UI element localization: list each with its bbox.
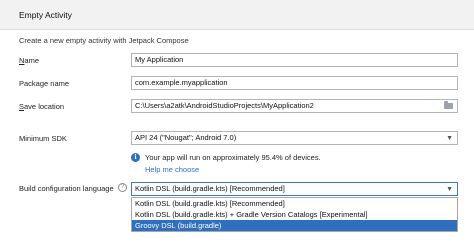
build-config-value: Kotlin DSL (build.gradle.kts) [Recommend…: [135, 184, 285, 193]
minimum-sdk-label: Minimum SDK: [19, 134, 67, 143]
dialog-header: Empty Activity: [0, 0, 474, 30]
build-config-dropdown: Kotlin DSL (build.gradle.kts) [Recommend…: [131, 197, 458, 232]
help-me-choose-link[interactable]: Help me choose: [145, 165, 199, 174]
info-icon: i: [131, 153, 140, 162]
name-label: Name: [19, 56, 39, 65]
save-location-field[interactable]: C:\Users\a2atk\AndroidStudioProjects\MyA…: [131, 99, 458, 113]
dropdown-option-kotlin-dsl-catalogs[interactable]: Kotlin DSL (build.gradle.kts) + Gradle V…: [132, 209, 457, 220]
name-input[interactable]: My Application: [131, 53, 458, 67]
build-config-label: Build configuration language: [19, 184, 114, 193]
build-config-select[interactable]: Kotlin DSL (build.gradle.kts) [Recommend…: [131, 182, 458, 196]
chevron-down-icon[interactable]: ▼: [446, 135, 453, 142]
package-name-input[interactable]: com.example.myapplication: [131, 76, 458, 90]
help-icon[interactable]: ?: [118, 183, 127, 192]
dropdown-option-groovy-dsl[interactable]: Groovy DSL (build.gradle): [132, 220, 457, 231]
page-title: Empty Activity: [19, 10, 72, 20]
dropdown-option-kotlin-dsl[interactable]: Kotlin DSL (build.gradle.kts) [Recommend…: [132, 198, 457, 209]
chevron-down-icon[interactable]: ▼: [446, 186, 453, 193]
save-location-label: Save location: [19, 102, 64, 111]
package-name-label: Package name: [19, 79, 70, 88]
compatibility-text: Your app will run on approximately 95.4%…: [145, 153, 321, 162]
minimum-sdk-select[interactable]: API 24 ("Nougat"; Android 7.0) ▼: [131, 131, 458, 145]
save-location-input[interactable]: C:\Users\a2atk\AndroidStudioProjects\MyA…: [135, 101, 314, 110]
name-label-text: ame: [24, 56, 40, 65]
page-subtitle: Create a new empty activity with Jetpack…: [19, 36, 189, 45]
minimum-sdk-value: API 24 ("Nougat"; Android 7.0): [135, 133, 237, 142]
save-location-label-text: ave location: [24, 102, 65, 111]
folder-icon[interactable]: [444, 101, 453, 109]
